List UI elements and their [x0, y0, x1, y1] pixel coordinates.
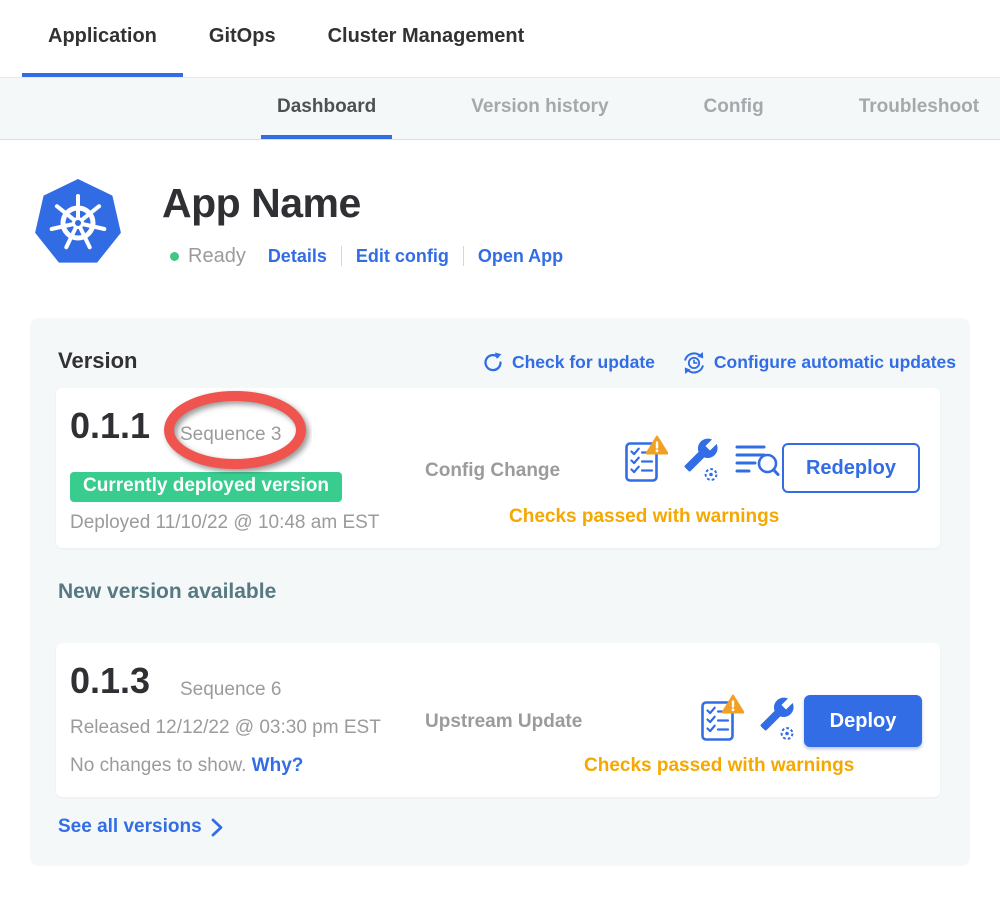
current-version-number: 0.1.1	[70, 406, 150, 446]
tab-application-label: Application	[48, 25, 157, 48]
top-nav: Application GitOps Cluster Management	[0, 0, 1000, 78]
edit-config-link[interactable]: Edit config	[356, 246, 449, 267]
tab-config-label: Config	[704, 96, 764, 118]
tab-troubleshoot-label: Troubleshoot	[859, 96, 979, 118]
tab-version-history-label: Version history	[471, 96, 608, 118]
open-app-link[interactable]: Open App	[478, 246, 563, 267]
available-version-number: 0.1.3	[70, 661, 150, 701]
current-version-card: 0.1.1 Sequence 3 Currently deployed vers…	[56, 388, 940, 548]
version-actions: Check for update Configure automatic upd…	[482, 350, 956, 375]
page-title: App Name	[162, 180, 361, 227]
available-version-sequence: Sequence 6	[180, 679, 281, 701]
current-version-icons	[624, 434, 780, 483]
configure-automatic-updates-label: Configure automatic updates	[714, 352, 956, 373]
no-changes-text: No changes to show.	[70, 755, 246, 776]
new-version-heading: New version available	[58, 580, 276, 604]
config-wrench-icon[interactable]	[757, 695, 797, 741]
tab-version-history[interactable]: Version history	[455, 78, 624, 139]
tab-dashboard[interactable]: Dashboard	[261, 78, 392, 139]
divider	[463, 246, 464, 266]
current-version-source: Config Change	[425, 460, 560, 482]
tab-cluster-management[interactable]: Cluster Management	[302, 0, 551, 77]
admin-console-screen: Application GitOps Cluster Management Da…	[0, 0, 1000, 898]
preflight-checks-warning-icon[interactable]	[700, 693, 744, 742]
preflight-checks-warning-icon[interactable]	[624, 434, 668, 483]
tab-gitops-label: GitOps	[209, 25, 276, 48]
deploy-button[interactable]: Deploy	[804, 695, 922, 747]
redeploy-button[interactable]: Redeploy	[782, 443, 920, 493]
details-link[interactable]: Details	[268, 246, 327, 267]
version-section-title: Version	[58, 348, 137, 374]
currently-deployed-badge: Currently deployed version	[70, 472, 342, 502]
tab-troubleshoot[interactable]: Troubleshoot	[843, 78, 995, 139]
tab-gitops[interactable]: GitOps	[183, 0, 302, 77]
clock-refresh-icon	[682, 350, 706, 375]
current-checks-status: Checks passed with warnings	[509, 506, 779, 528]
available-checks-status: Checks passed with warnings	[584, 755, 854, 777]
app-status-row: Ready Details Edit config Open App	[170, 242, 563, 270]
version-section: Version Check for update Configure autom…	[30, 318, 970, 866]
status-dot	[170, 252, 179, 261]
see-all-versions-label: See all versions	[58, 816, 202, 838]
current-version-sequence: Sequence 3	[180, 424, 281, 446]
app-sub-nav: Dashboard Version history Config Trouble…	[0, 78, 1000, 140]
see-all-versions-link[interactable]: See all versions	[58, 816, 224, 838]
refresh-icon	[482, 352, 504, 374]
changes-note: No changes to show. Why?	[70, 755, 303, 777]
check-for-update-link[interactable]: Check for update	[482, 350, 655, 375]
tab-cluster-management-label: Cluster Management	[328, 25, 525, 48]
available-version-card: 0.1.3 Sequence 6 Released 12/12/22 @ 03:…	[56, 643, 940, 797]
deployed-timestamp: Deployed 11/10/22 @ 10:48 am EST	[70, 512, 379, 534]
available-version-icons	[700, 693, 797, 742]
tab-application[interactable]: Application	[22, 0, 183, 77]
kubernetes-logo-icon	[34, 177, 122, 268]
check-for-update-label: Check for update	[512, 352, 655, 373]
why-link[interactable]: Why?	[252, 755, 304, 776]
status-badge: Ready	[188, 245, 246, 268]
view-files-icon[interactable]	[734, 439, 780, 479]
tab-dashboard-label: Dashboard	[277, 96, 376, 118]
configure-automatic-updates-link[interactable]: Configure automatic updates	[682, 350, 956, 375]
tab-config[interactable]: Config	[688, 78, 780, 139]
divider	[341, 246, 342, 266]
released-timestamp: Released 12/12/22 @ 03:30 pm EST	[70, 717, 381, 739]
available-version-source: Upstream Update	[425, 711, 582, 733]
config-wrench-icon[interactable]	[681, 436, 721, 482]
chevron-right-icon	[211, 818, 224, 837]
